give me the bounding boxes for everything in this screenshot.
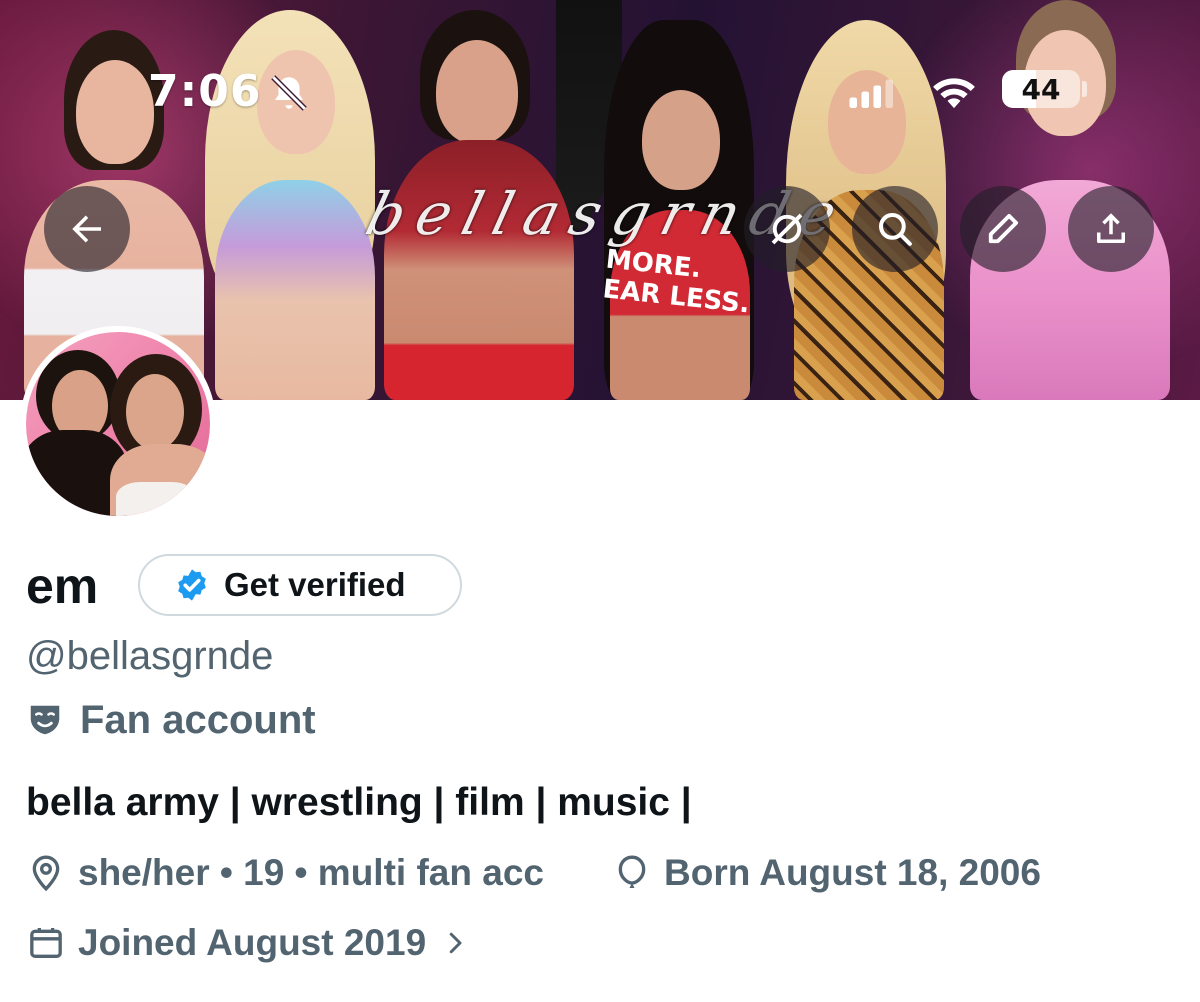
- masks-icon: [30, 705, 60, 735]
- profile-handle: @bellasgrnde: [26, 634, 274, 678]
- profile-banner[interactable]: bellasgrnde MORE. EAR LESS. 7:06 44: [0, 0, 1200, 400]
- profile-name: em: [26, 558, 99, 614]
- profile-birthday-label: Born August 18, 2006: [664, 852, 1041, 893]
- share-icon: [1097, 213, 1125, 243]
- grok-icon: [771, 213, 803, 245]
- avatar-image: [26, 332, 210, 516]
- get-verified-label: Get verified: [224, 566, 406, 603]
- profile-location: she/her • 19 • multi fan acc: [26, 848, 544, 898]
- battery-icon: 44: [1002, 70, 1080, 108]
- location-pin-icon: [32, 855, 60, 892]
- wifi-icon: [933, 78, 975, 109]
- profile-category: Fan account: [26, 694, 316, 746]
- profile-joined[interactable]: Joined August 2019: [26, 918, 470, 968]
- avatar[interactable]: [20, 326, 216, 522]
- profile-birthday: Born August 18, 2006: [612, 848, 1041, 898]
- back-button[interactable]: [44, 186, 130, 272]
- battery-level: 44: [1021, 72, 1061, 106]
- back-arrow-icon: [72, 215, 101, 243]
- battery-tip: [1082, 81, 1087, 97]
- search-icon: [878, 212, 912, 246]
- profile-bio: bella army | wrestling | film | music |: [26, 781, 692, 824]
- bell-slash-icon: [271, 75, 307, 111]
- grok-button[interactable]: [744, 186, 830, 272]
- profile-joined-label: Joined August 2019: [78, 922, 427, 963]
- profile-category-label: Fan account: [80, 698, 316, 742]
- get-verified-button[interactable]: Get verified: [138, 554, 462, 616]
- status-time: 7:06: [148, 66, 262, 117]
- balloon-icon: [618, 855, 646, 888]
- verified-badge-icon: [178, 569, 206, 601]
- calendar-icon: [30, 928, 62, 958]
- share-button[interactable]: [1068, 186, 1154, 272]
- search-button[interactable]: [852, 186, 938, 272]
- chevron-right-icon: [449, 932, 462, 954]
- pencil-icon: [988, 213, 1019, 244]
- profile-location-label: she/her • 19 • multi fan acc: [78, 852, 544, 893]
- cellular-signal-icon: [849, 79, 893, 108]
- edit-button[interactable]: [960, 186, 1046, 272]
